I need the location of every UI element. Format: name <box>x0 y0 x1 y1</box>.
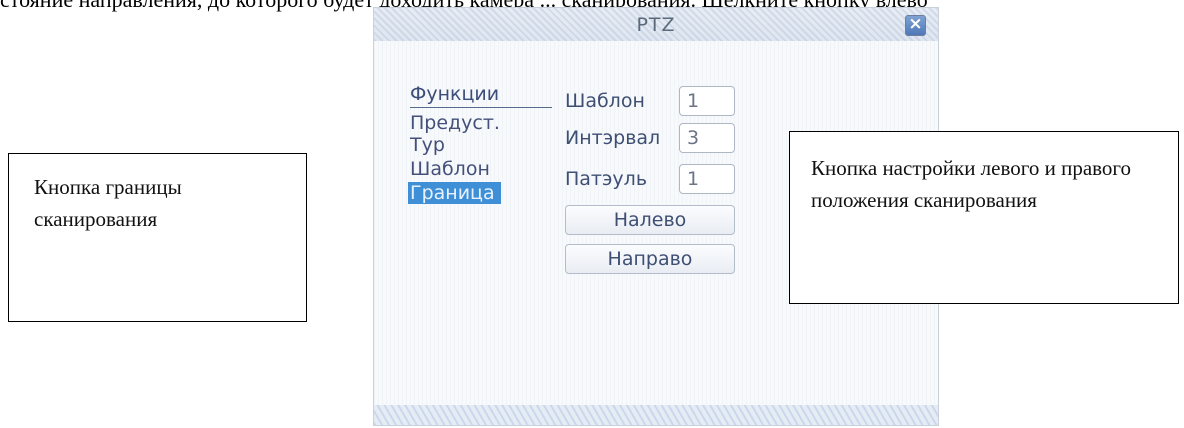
dialog-titlebar: PTZ × <box>374 8 938 41</box>
close-icon: × <box>908 14 923 34</box>
interval-input[interactable]: 3 <box>679 123 735 153</box>
interval-label: Интэрвал <box>565 127 661 149</box>
dialog-bottom-bar <box>374 405 938 425</box>
menu-underline <box>410 107 552 108</box>
menu-item-tour[interactable]: Тур <box>410 134 445 156</box>
right-button[interactable]: Направо <box>565 244 735 274</box>
menu-header: Функции <box>410 83 500 105</box>
template-label: Шаблон <box>565 90 645 112</box>
dialog-title: PTZ <box>636 14 676 36</box>
menu-item-boundary[interactable]: Граница <box>408 182 501 204</box>
menu-item-template[interactable]: Шаблон <box>410 158 490 180</box>
patrol-label: Патэуль <box>565 168 648 190</box>
template-input[interactable]: 1 <box>679 86 735 116</box>
callout-left-right-buttons: Кнопка настройки левого и правого положе… <box>789 131 1179 304</box>
left-button[interactable]: Налево <box>565 205 735 235</box>
callout-boundary-button: Кнопка границы сканирования <box>8 153 307 322</box>
close-button[interactable]: × <box>905 14 926 36</box>
patrol-input[interactable]: 1 <box>679 164 735 194</box>
menu-item-preset[interactable]: Предуст. <box>410 112 500 134</box>
